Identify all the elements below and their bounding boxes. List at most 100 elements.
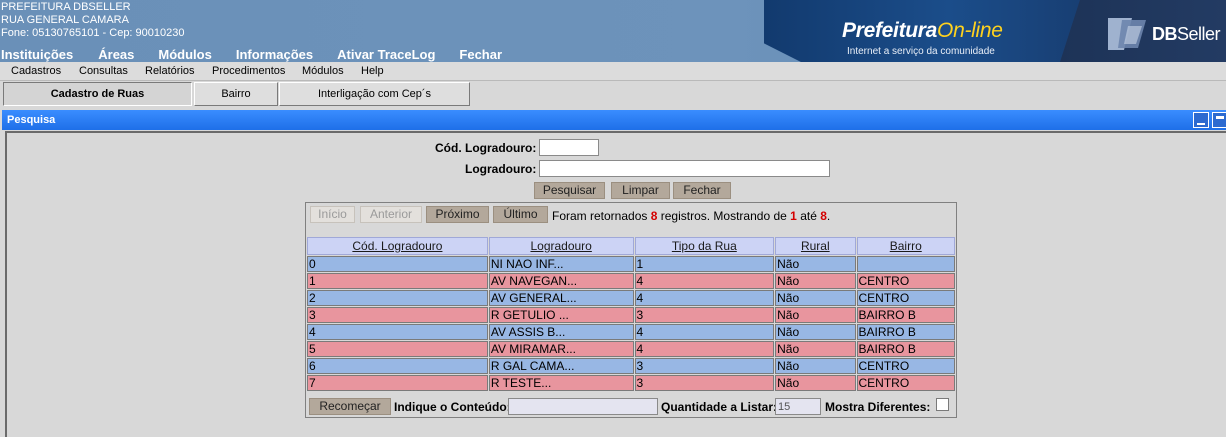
tab-bairro[interactable]: Bairro bbox=[194, 82, 278, 106]
logradouro-input[interactable] bbox=[539, 160, 830, 177]
cell-logradouro: NI NAO INF... bbox=[488, 256, 634, 272]
top-menu-areas[interactable]: Áreas bbox=[98, 47, 134, 62]
table-row[interactable]: 2 AV GENERAL... 4 Não CENTRO bbox=[307, 290, 955, 306]
quantidade-input[interactable] bbox=[775, 398, 821, 415]
cod-logradouro-input[interactable] bbox=[539, 139, 599, 156]
cell-rural: Não bbox=[775, 256, 856, 272]
mostra-diferentes-checkbox[interactable] bbox=[936, 398, 949, 411]
nav-inicio-button[interactable]: Início bbox=[310, 206, 355, 223]
table-body: 0 NI NAO INF... 1 Não 1 AV NAVEGAN... 4 … bbox=[307, 256, 955, 391]
cell-cod: 1 bbox=[307, 273, 488, 289]
prefeitura-online-logo: PrefeituraOn-line bbox=[842, 19, 1003, 43]
cell-rural: Não bbox=[775, 341, 856, 357]
cell-rural: Não bbox=[775, 273, 856, 289]
nav-anterior-button[interactable]: Anterior bbox=[360, 206, 422, 223]
window-title: Pesquisa bbox=[7, 114, 56, 126]
table-header-row: Cód. Logradouro Logradouro Tipo da Rua R… bbox=[307, 237, 955, 255]
top-menu-informacoes[interactable]: Informações bbox=[236, 47, 313, 62]
table-row[interactable]: 0 NI NAO INF... 1 Não bbox=[307, 256, 955, 272]
cell-tipo: 4 bbox=[634, 273, 775, 289]
maximize-button[interactable] bbox=[1212, 112, 1226, 128]
top-menu-modulos[interactable]: Módulos bbox=[158, 47, 211, 62]
brand-tagline: Internet a serviço da comunidade bbox=[847, 46, 995, 57]
minimize-button[interactable] bbox=[1193, 112, 1209, 128]
summary-to-label: até bbox=[800, 209, 817, 223]
cell-logradouro: AV NAVEGAN... bbox=[488, 273, 634, 289]
cell-rural: Não bbox=[775, 358, 856, 374]
cod-logradouro-label: Cód. Logradouro: bbox=[435, 141, 537, 155]
cell-cod: 6 bbox=[307, 358, 488, 374]
minimize-icon bbox=[1197, 123, 1205, 125]
nav-proximo-button[interactable]: Próximo bbox=[426, 206, 489, 223]
column-header-tipo-da-rua[interactable]: Tipo da Rua bbox=[634, 237, 775, 255]
menu-relatorios[interactable]: Relatórios bbox=[145, 65, 195, 77]
top-menu-ativar-tracelog[interactable]: Ativar TraceLog bbox=[337, 47, 435, 62]
cell-bairro: CENTRO bbox=[856, 375, 955, 391]
brand-highlight-text: On-line bbox=[937, 19, 1003, 42]
cell-logradouro: AV GENERAL... bbox=[488, 290, 634, 306]
limpar-button[interactable]: Limpar bbox=[611, 182, 670, 199]
table-row[interactable]: 7 R TESTE... 3 Não CENTRO bbox=[307, 375, 955, 391]
cell-bairro: CENTRO bbox=[856, 290, 955, 306]
brand-main-text: Prefeitura bbox=[842, 19, 938, 42]
logradouro-label: Logradouro: bbox=[465, 162, 537, 176]
summary-mid: registros. Mostrando de bbox=[660, 209, 787, 223]
tab-interligacao-cep[interactable]: Interligação com Cep´s bbox=[279, 82, 470, 106]
results-table: Cód. Logradouro Logradouro Tipo da Rua R… bbox=[306, 236, 956, 392]
tab-bar: Cadastro de Ruas Bairro Interligação com… bbox=[0, 81, 1226, 107]
conteudo-label: Indique o Conteúdo: bbox=[394, 400, 511, 414]
column-header-rural[interactable]: Rural bbox=[775, 237, 856, 255]
pesquisar-button[interactable]: Pesquisar bbox=[534, 182, 605, 199]
cell-tipo: 3 bbox=[634, 358, 775, 374]
cell-logradouro: R GAL CAMA... bbox=[488, 358, 634, 374]
conteudo-input[interactable] bbox=[508, 398, 658, 415]
maximize-icon bbox=[1216, 116, 1224, 119]
cell-cod: 5 bbox=[307, 341, 488, 357]
org-contact: Fone: 05130765101 - Cep: 90010230 bbox=[1, 27, 185, 39]
table-row[interactable]: 4 AV ASSIS B... 4 Não BAIRRO B bbox=[307, 324, 955, 340]
fechar-button[interactable]: Fechar bbox=[673, 182, 731, 199]
summary-prefix: Foram retornados bbox=[552, 209, 648, 223]
table-row[interactable]: 1 AV NAVEGAN... 4 Não CENTRO bbox=[307, 273, 955, 289]
top-menu: Instituições Áreas Módulos Informações A… bbox=[0, 47, 526, 62]
column-header-bairro[interactable]: Bairro bbox=[856, 237, 955, 255]
menu-cadastros[interactable]: Cadastros bbox=[11, 65, 61, 77]
cell-tipo: 3 bbox=[634, 375, 775, 391]
results-footer: Recomeçar Indique o Conteúdo: Quantidade… bbox=[306, 396, 956, 418]
summary-end: . bbox=[826, 209, 831, 223]
menu-procedimentos[interactable]: Procedimentos bbox=[212, 65, 285, 77]
dbseller-logo-icon bbox=[1108, 18, 1146, 50]
table-row[interactable]: 3 R GETULIO ... 3 Não BAIRRO B bbox=[307, 307, 955, 323]
cell-rural: Não bbox=[775, 375, 856, 391]
cell-cod: 0 bbox=[307, 256, 488, 272]
column-header-logradouro[interactable]: Logradouro bbox=[488, 237, 634, 255]
cell-logradouro: R GETULIO ... bbox=[488, 307, 634, 323]
recomecar-button[interactable]: Recomeçar bbox=[309, 398, 391, 415]
table-row[interactable]: 6 R GAL CAMA... 3 Não CENTRO bbox=[307, 358, 955, 374]
quantidade-label: Quantidade a Listar: bbox=[661, 400, 778, 414]
menu-bar: Cadastros Consultas Relatórios Procedime… bbox=[0, 62, 1226, 81]
menu-help[interactable]: Help bbox=[361, 65, 384, 77]
db-brand-bold: DB bbox=[1152, 24, 1178, 44]
cell-logradouro: AV MIRAMAR... bbox=[488, 341, 634, 357]
cell-cod: 2 bbox=[307, 290, 488, 306]
menu-modulos[interactable]: Módulos bbox=[302, 65, 344, 77]
menu-consultas[interactable]: Consultas bbox=[79, 65, 128, 77]
tab-cadastro-de-ruas[interactable]: Cadastro de Ruas bbox=[3, 82, 192, 106]
column-header-cod-logradouro[interactable]: Cód. Logradouro bbox=[307, 237, 488, 255]
header-banner: PREFEITURA DBSELLER RUA GENERAL CAMARA F… bbox=[0, 0, 1226, 62]
cell-bairro: CENTRO bbox=[856, 273, 955, 289]
org-name: PREFEITURA DBSELLER bbox=[1, 1, 131, 13]
dbseller-logo-text: DBSeller bbox=[1152, 24, 1221, 45]
org-address: RUA GENERAL CAMARA bbox=[1, 14, 129, 26]
nav-ultimo-button[interactable]: Último bbox=[493, 206, 548, 223]
cell-tipo: 4 bbox=[634, 324, 775, 340]
cell-logradouro: AV ASSIS B... bbox=[488, 324, 634, 340]
cell-tipo: 4 bbox=[634, 290, 775, 306]
results-summary: Foram retornados 8 registros. Mostrando … bbox=[552, 209, 830, 223]
top-menu-fechar[interactable]: Fechar bbox=[459, 47, 502, 62]
cell-tipo: 1 bbox=[634, 256, 775, 272]
top-menu-instituicoes[interactable]: Instituições bbox=[1, 47, 73, 62]
table-row[interactable]: 5 AV MIRAMAR... 4 Não BAIRRO B bbox=[307, 341, 955, 357]
cell-logradouro: R TESTE... bbox=[488, 375, 634, 391]
